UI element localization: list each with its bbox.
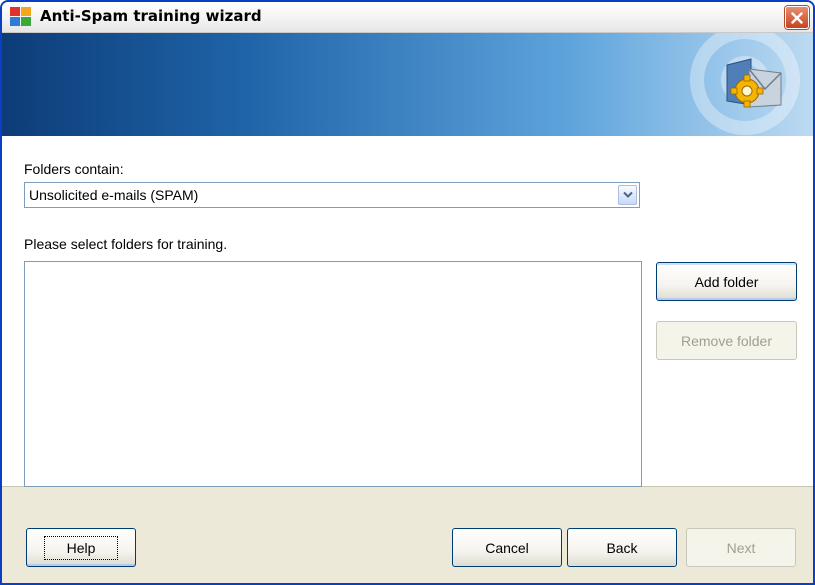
training-folder-list[interactable] [24,261,642,487]
close-icon [791,11,803,24]
cancel-button[interactable]: Cancel [452,528,562,567]
select-folders-label: Please select folders for training. [24,236,228,252]
wizard-window: Anti-Spam training wizard Folders contai… [0,0,815,585]
mail-gear-shield-icon [726,58,782,108]
chevron-down-icon [622,191,633,198]
header-banner [2,33,813,136]
help-button[interactable]: Help [26,528,136,567]
help-button-label: Help [43,535,119,560]
window-title: Anti-Spam training wizard [40,7,262,25]
title-bar[interactable]: Anti-Spam training wizard [2,2,813,33]
folders-contain-dropdown[interactable]: Unsolicited e-mails (SPAM) [24,182,640,208]
close-button[interactable] [785,6,809,29]
folders-contain-value: Unsolicited e-mails (SPAM) [29,187,199,203]
add-folder-button[interactable]: Add folder [656,262,797,301]
back-button[interactable]: Back [567,528,677,567]
wizard-content: Folders contain: Unsolicited e-mails (SP… [2,136,813,487]
folders-contain-label: Folders contain: [24,161,124,177]
avg-logo-icon [10,7,31,26]
remove-folder-button[interactable]: Remove folder [656,321,797,360]
wizard-footer: Help Cancel Back Next [2,487,813,583]
dropdown-arrow-button[interactable] [618,185,637,205]
next-button[interactable]: Next [686,528,796,567]
